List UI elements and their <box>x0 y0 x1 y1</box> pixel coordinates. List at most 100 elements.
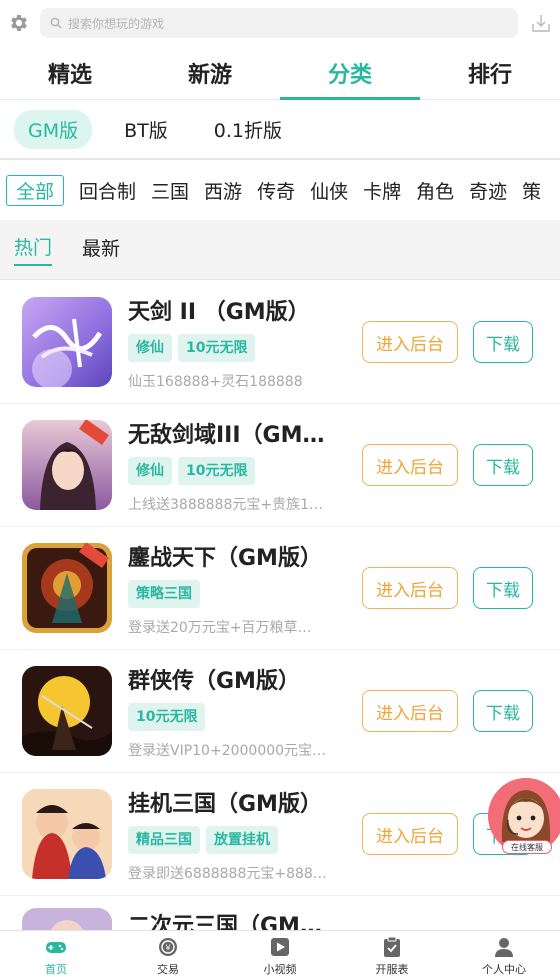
game-icon <box>22 789 112 879</box>
game-item[interactable]: 二次元三国（GM… <box>0 896 560 931</box>
gear-icon[interactable] <box>8 12 30 34</box>
game-info: 天剑 II （GM版） 修仙 10元无限 仙玉168888+灵石188888 <box>128 294 342 391</box>
tab-category[interactable]: 分类 <box>280 46 420 100</box>
category-card[interactable]: 卡牌 <box>363 177 401 204</box>
game-tags: 10元无限 <box>128 702 342 731</box>
game-info: 挂机三国（GM版） 精品三国 放置挂机 登录即送6888888元宝+888… <box>128 786 342 883</box>
game-item[interactable]: 无敌剑域III（GM… 修仙 10元无限 上线送3888888元宝+贵族1… 进… <box>0 404 560 527</box>
game-info: 鏖战天下（GM版） 策略三国 登录送20万元宝+百万粮草… <box>128 540 342 637</box>
game-tag: 放置挂机 <box>206 825 278 854</box>
nav-label: 首页 <box>45 962 67 976</box>
category-xianxia[interactable]: 仙侠 <box>310 177 348 204</box>
sort-newest[interactable]: 最新 <box>82 234 120 265</box>
game-icon <box>22 420 112 510</box>
bottom-nav: 首页 ¥ 交易 小视频 开服表 个人中心 <box>0 930 560 980</box>
game-item[interactable]: 挂机三国（GM版） 精品三国 放置挂机 登录即送6888888元宝+888… 进… <box>0 773 560 896</box>
game-description: 登录送20万元宝+百万粮草… <box>128 619 312 636</box>
search-placeholder: 搜索你想玩的游戏 <box>68 16 165 31</box>
sort-tabs: 热门 最新 <box>0 220 560 280</box>
game-description: 登录即送6888888元宝+888… <box>128 865 327 882</box>
game-tags: 修仙 10元无限 <box>128 456 342 485</box>
search-input[interactable]: 搜索你想玩的游戏 <box>40 8 518 38</box>
game-tag: 精品三国 <box>128 825 200 854</box>
category-filter: 全部 回合制 三国 西游 传奇 仙侠 卡牌 角色 奇迹 策 <box>0 160 560 220</box>
main-tabs: 精选 新游 分类 排行 <box>0 46 560 100</box>
game-name: 群侠传（GM版） <box>128 668 300 694</box>
game-description: 上线送3888888元宝+贵族1… <box>128 496 323 513</box>
tab-ranking[interactable]: 排行 <box>420 46 560 99</box>
game-item[interactable]: 群侠传（GM版） 10元无限 登录送VIP10+2000000元宝… 进入后台 … <box>0 650 560 773</box>
category-strategy[interactable]: 策 <box>522 177 541 204</box>
game-description: 登录送VIP10+2000000元宝… <box>128 742 327 759</box>
tab-featured[interactable]: 精选 <box>0 46 140 99</box>
game-tag: 策略三国 <box>128 579 200 608</box>
download-button[interactable]: 下载 <box>473 690 533 732</box>
download-manager-icon[interactable] <box>530 12 552 34</box>
enter-admin-button[interactable]: 进入后台 <box>362 444 458 486</box>
game-tags: 精品三国 放置挂机 <box>128 825 342 854</box>
game-name: 天剑 II （GM版） <box>128 299 310 325</box>
game-item[interactable]: 鏖战天下（GM版） 策略三国 登录送20万元宝+百万粮草… 进入后台 下载 <box>0 527 560 650</box>
trade-icon: ¥ <box>156 935 180 959</box>
clipboard-icon <box>380 935 404 959</box>
nav-video[interactable]: 小视频 <box>224 931 336 980</box>
nav-home[interactable]: 首页 <box>0 931 112 980</box>
game-name: 二次元三国（GM… <box>128 914 322 931</box>
top-bar: 搜索你想玩的游戏 <box>0 0 560 46</box>
game-list: 天剑 II （GM版） 修仙 10元无限 仙玉168888+灵石188888 进… <box>0 281 560 931</box>
game-tag: 10元无限 <box>178 456 256 485</box>
version-discount[interactable]: 0.1折版 <box>200 110 296 149</box>
game-icon <box>22 543 112 633</box>
nav-label: 小视频 <box>263 962 297 976</box>
game-tag: 10元无限 <box>128 702 206 731</box>
nav-trade[interactable]: ¥ 交易 <box>112 931 224 980</box>
person-icon <box>492 935 516 959</box>
game-tag: 修仙 <box>128 333 172 362</box>
category-journey-west[interactable]: 西游 <box>204 177 242 204</box>
game-icon <box>22 908 112 931</box>
game-info: 二次元三国（GM… <box>128 908 342 931</box>
version-bt[interactable]: BT版 <box>110 110 182 149</box>
version-gm[interactable]: GM版 <box>14 109 93 149</box>
online-support-label[interactable]: 在线客服 <box>502 840 552 854</box>
category-three-kingdoms[interactable]: 三国 <box>151 177 189 204</box>
game-tag: 10元无限 <box>178 333 256 362</box>
game-description: 仙玉168888+灵石188888 <box>128 373 303 390</box>
category-rpg[interactable]: 角色 <box>416 177 454 204</box>
nav-label: 开服表 <box>375 962 409 976</box>
category-legend[interactable]: 传奇 <box>257 177 295 204</box>
game-info: 群侠传（GM版） 10元无限 登录送VIP10+2000000元宝… <box>128 663 342 760</box>
svg-text:¥: ¥ <box>165 943 170 952</box>
game-icon <box>22 297 112 387</box>
game-info: 无敌剑域III（GM… 修仙 10元无限 上线送3888888元宝+贵族1… <box>128 417 342 514</box>
nav-profile[interactable]: 个人中心 <box>448 931 560 980</box>
search-icon <box>50 17 62 29</box>
enter-admin-button[interactable]: 进入后台 <box>362 813 458 855</box>
download-button[interactable]: 下载 <box>473 444 533 486</box>
tab-new-games[interactable]: 新游 <box>140 46 280 99</box>
sort-hot[interactable]: 热门 <box>14 233 53 266</box>
category-miracle[interactable]: 奇迹 <box>469 177 507 204</box>
game-name: 挂机三国（GM版） <box>128 791 322 817</box>
enter-admin-button[interactable]: 进入后台 <box>362 567 458 609</box>
version-filter: GM版 BT版 0.1折版 <box>0 100 560 160</box>
download-button[interactable]: 下载 <box>473 321 533 363</box>
nav-label: 个人中心 <box>482 962 526 976</box>
game-name: 无敌剑域III（GM… <box>128 422 325 448</box>
game-tag: 修仙 <box>128 456 172 485</box>
category-all[interactable]: 全部 <box>6 174 65 206</box>
enter-admin-button[interactable]: 进入后台 <box>362 690 458 732</box>
enter-admin-button[interactable]: 进入后台 <box>362 321 458 363</box>
game-icon <box>22 666 112 756</box>
nav-label: 交易 <box>157 962 179 976</box>
download-button[interactable]: 下载 <box>473 567 533 609</box>
game-name: 鏖战天下（GM版） <box>128 545 322 571</box>
nav-server-list[interactable]: 开服表 <box>336 931 448 980</box>
game-tags: 修仙 10元无限 <box>128 333 342 362</box>
game-item[interactable]: 天剑 II （GM版） 修仙 10元无限 仙玉168888+灵石188888 进… <box>0 281 560 404</box>
video-icon <box>268 935 292 959</box>
gamepad-icon <box>44 935 68 959</box>
app-screen: 搜索你想玩的游戏 精选 新游 分类 排行 GM版 BT版 0.1折版 全部 回合… <box>0 0 560 980</box>
game-tags: 策略三国 <box>128 579 342 608</box>
category-turn-based[interactable]: 回合制 <box>79 177 136 204</box>
